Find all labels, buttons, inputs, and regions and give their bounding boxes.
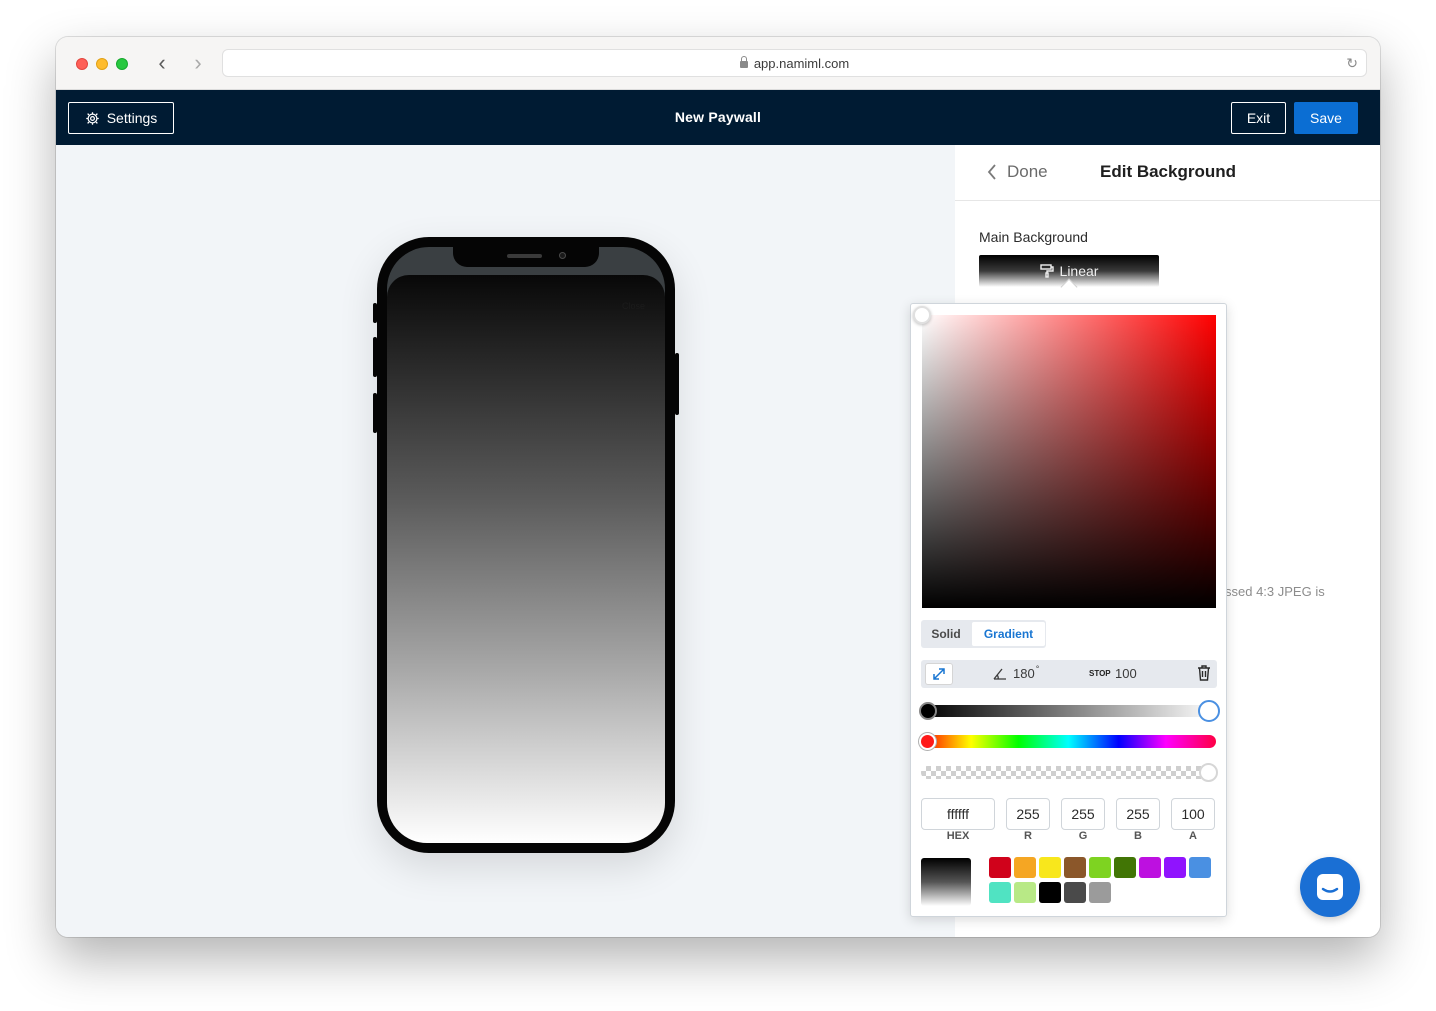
url-text: app.namiml.com bbox=[753, 56, 850, 71]
solid-mode-button[interactable]: Solid bbox=[921, 627, 971, 641]
alpha-label: A bbox=[1189, 830, 1197, 842]
chat-icon bbox=[1317, 874, 1343, 900]
color-swatch[interactable] bbox=[1014, 857, 1036, 878]
color-swatch[interactable] bbox=[1089, 882, 1111, 903]
hex-label: HEX bbox=[946, 830, 970, 842]
done-label: Done bbox=[1007, 162, 1048, 181]
stop-label: STOP bbox=[1089, 669, 1111, 678]
expand-icon[interactable] bbox=[925, 663, 953, 685]
chat-support-button[interactable] bbox=[1300, 857, 1360, 917]
lock-icon bbox=[739, 56, 748, 68]
color-swatch[interactable] bbox=[989, 882, 1011, 903]
red-label: R bbox=[1024, 830, 1032, 842]
angle-value: 180 bbox=[1013, 666, 1035, 681]
color-swatch[interactable] bbox=[1164, 857, 1186, 878]
paint-roller-icon bbox=[1039, 264, 1054, 278]
phone-mute-button bbox=[373, 303, 377, 323]
gradient-controls: 180° STOP 100 bbox=[921, 660, 1217, 688]
color-swatch[interactable] bbox=[1189, 857, 1211, 878]
red-input[interactable]: 255 bbox=[1006, 798, 1050, 830]
done-button[interactable]: Done bbox=[987, 162, 1048, 182]
color-swatch[interactable] bbox=[1114, 857, 1136, 878]
image-hint-text: ssed 4:3 JPEG is bbox=[1225, 584, 1325, 599]
fill-mode-toggle: Solid Gradient bbox=[921, 620, 1046, 648]
panel-title: Edit Background bbox=[1100, 162, 1237, 181]
browser-titlebar: ‹ › app.namiml.com ↻ bbox=[56, 37, 1380, 90]
phone-power-button bbox=[675, 353, 679, 415]
color-swatch[interactable] bbox=[1089, 857, 1111, 878]
phone-volume-up bbox=[373, 337, 377, 377]
hue-slider[interactable] bbox=[919, 733, 1216, 750]
chevron-left-icon bbox=[987, 164, 996, 180]
degree-symbol: ° bbox=[1035, 664, 1040, 674]
color-swatch[interactable] bbox=[1014, 882, 1036, 903]
blue-input[interactable]: 255 bbox=[1116, 798, 1160, 830]
phone-volume-down bbox=[373, 393, 377, 433]
app-header: Settings New Paywall Exit Save bbox=[56, 90, 1380, 145]
chevron-right-icon[interactable]: › bbox=[188, 51, 208, 75]
gradient-stop-end-handle[interactable] bbox=[1198, 700, 1220, 722]
color-swatch[interactable] bbox=[1039, 857, 1061, 878]
color-swatch[interactable] bbox=[1139, 857, 1161, 878]
saturation-area[interactable] bbox=[922, 315, 1216, 608]
chevron-left-icon[interactable]: ‹ bbox=[152, 51, 172, 75]
exit-button[interactable]: Exit bbox=[1231, 102, 1286, 134]
gradient-stop-slider[interactable] bbox=[919, 700, 1220, 722]
color-swatch[interactable] bbox=[1064, 882, 1086, 903]
green-label: G bbox=[1078, 830, 1088, 842]
trash-icon[interactable] bbox=[1197, 665, 1211, 686]
paywall-canvas: Close bbox=[56, 145, 955, 937]
gradient-stop-start-handle[interactable] bbox=[919, 702, 937, 720]
panel-header: Done Edit Background bbox=[955, 145, 1380, 201]
phone-speaker bbox=[507, 254, 542, 258]
gradient-mode-button[interactable]: Gradient bbox=[972, 622, 1045, 646]
blue-label: B bbox=[1134, 830, 1142, 842]
linear-label: Linear bbox=[1059, 263, 1099, 279]
reload-icon[interactable]: ↻ bbox=[1346, 55, 1358, 72]
browser-window: ‹ › app.namiml.com ↻ Settings New Paywal… bbox=[56, 37, 1380, 937]
stop-value[interactable]: 100 bbox=[1115, 666, 1137, 681]
phone-camera bbox=[559, 252, 566, 259]
alpha-handle[interactable] bbox=[1199, 763, 1218, 782]
phone-preview: Close bbox=[373, 237, 679, 853]
hex-input[interactable]: ffffff bbox=[921, 798, 995, 830]
angle-control[interactable]: 180° bbox=[993, 664, 1040, 681]
minimize-window-button[interactable] bbox=[96, 58, 108, 70]
save-button[interactable]: Save bbox=[1294, 102, 1358, 134]
alpha-input[interactable]: 100 bbox=[1171, 798, 1215, 830]
popover-caret bbox=[1060, 278, 1078, 296]
alpha-slider[interactable] bbox=[921, 763, 1218, 782]
color-picker: Solid Gradient 180° STOP 100 ffffff HEX … bbox=[910, 303, 1227, 917]
current-gradient-preview bbox=[921, 858, 971, 906]
color-swatch[interactable] bbox=[1039, 882, 1061, 903]
angle-icon bbox=[993, 668, 1006, 680]
close-window-button[interactable] bbox=[76, 58, 88, 70]
green-input[interactable]: 255 bbox=[1061, 798, 1105, 830]
color-swatch[interactable] bbox=[989, 857, 1011, 878]
main-background-label: Main Background bbox=[979, 229, 1088, 245]
zoom-window-button[interactable] bbox=[116, 58, 128, 70]
hue-handle[interactable] bbox=[919, 733, 936, 750]
paywall-close-label[interactable]: Close bbox=[622, 301, 645, 311]
saturation-handle[interactable] bbox=[913, 306, 931, 324]
address-bar[interactable]: app.namiml.com ↻ bbox=[222, 49, 1367, 77]
phone-screen[interactable]: Close bbox=[387, 275, 665, 843]
linear-background-button[interactable]: Linear bbox=[979, 255, 1159, 296]
color-swatch[interactable] bbox=[1064, 857, 1086, 878]
page-title: New Paywall bbox=[674, 109, 762, 125]
